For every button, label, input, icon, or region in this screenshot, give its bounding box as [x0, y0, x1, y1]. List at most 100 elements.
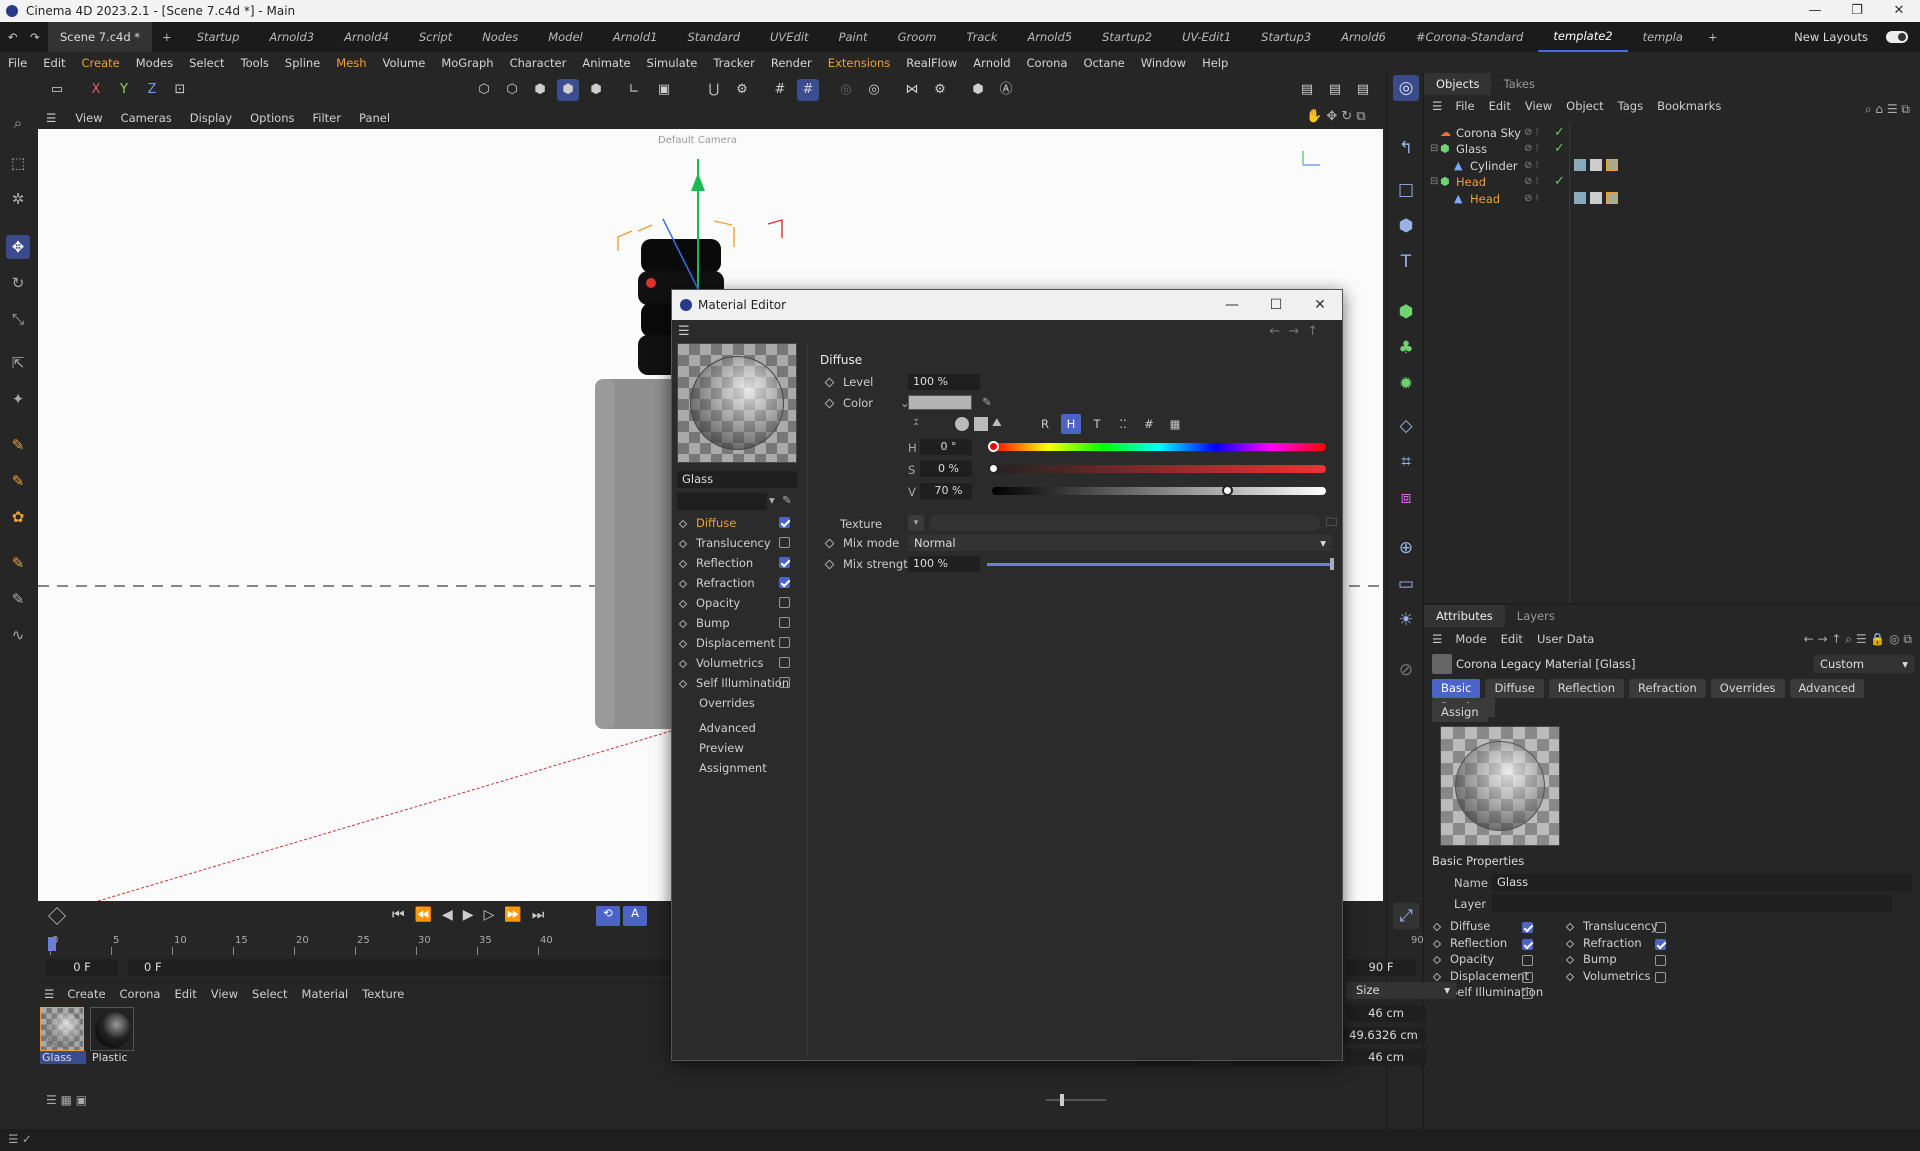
disabled-tool-icon[interactable]: ⊘ — [1393, 657, 1419, 683]
property-checkbox[interactable] — [1522, 922, 1533, 933]
menu-animate[interactable]: Animate — [574, 56, 638, 70]
timeline-graph-icon[interactable]: ⤢ — [1393, 903, 1419, 929]
attr-tab-reflection[interactable]: Reflection — [1548, 679, 1625, 698]
color-image-icon[interactable]: ⛰ — [992, 415, 1002, 430]
tag-icon[interactable] — [1590, 192, 1602, 204]
material-menu-material[interactable]: Material — [295, 987, 356, 1001]
channel-displacement[interactable]: Displacement — [678, 634, 790, 652]
object-tags[interactable] — [1574, 159, 1618, 171]
mix-mode-dropdown[interactable]: Normal ▾ — [908, 535, 1332, 551]
layout-tab-nodes[interactable]: Nodes — [467, 30, 533, 44]
name-field[interactable]: Glass — [1492, 874, 1912, 891]
tag-icon[interactable] — [1606, 159, 1618, 171]
material-thumbnail-plastic[interactable]: Plastic — [90, 1007, 136, 1064]
preset-dropdown[interactable]: Custom ▾ — [1814, 655, 1914, 673]
animate-diamond-icon[interactable] — [1565, 972, 1575, 981]
layer-field[interactable] — [1492, 895, 1892, 912]
search-icon[interactable]: ⌕ — [6, 111, 30, 135]
attributes-nav-icons[interactable]: ← → ↑ ⌕ ☰ 🔒 ◎ ⧉ — [1804, 632, 1912, 647]
animate-diamond-icon[interactable] — [1565, 922, 1575, 932]
objects-toolbar-icons[interactable]: ⌕ ⌂ ☰ ⧉ — [1865, 102, 1910, 117]
channel-checkbox[interactable] — [779, 677, 790, 688]
level-field[interactable]: 100 % — [908, 374, 980, 390]
volume-icon[interactable]: ⧈ — [1393, 485, 1419, 511]
tab-objects[interactable]: Objects — [1424, 73, 1492, 95]
layout-tab-scene-7-c4d[interactable]: Scene 7.c4d * — [48, 22, 153, 52]
dialog-minimize-button[interactable]: — — [1210, 290, 1254, 320]
layout-tab-paint[interactable]: Paint — [824, 30, 883, 44]
property-checkbox[interactable] — [1655, 922, 1666, 933]
object-tags[interactable] — [1574, 192, 1618, 204]
channel-checkbox[interactable] — [779, 577, 790, 588]
menu-edit[interactable]: Edit — [35, 56, 73, 70]
playhead[interactable] — [48, 937, 56, 951]
polygons-mode-icon[interactable]: ⬢ — [529, 79, 551, 101]
property-checkbox[interactable] — [1522, 938, 1533, 950]
channel-checkbox[interactable] — [779, 557, 790, 568]
attributes-menu-edit[interactable]: Edit — [1494, 632, 1530, 646]
menu-spline[interactable]: Spline — [277, 56, 328, 70]
close-window-button[interactable]: ✕ — [1878, 0, 1920, 22]
menu-tracker[interactable]: Tracker — [705, 56, 763, 70]
attr-tab-basic[interactable]: Basic — [1432, 679, 1481, 698]
color-mode-button[interactable]: ▦ — [1165, 414, 1185, 434]
live-selection-icon[interactable]: ⬚ — [6, 151, 30, 175]
menu-character[interactable]: Character — [502, 56, 575, 70]
animate-diamond-icon[interactable] — [1432, 955, 1442, 965]
uv-mode-icon[interactable]: ⬢ — [585, 79, 607, 101]
property-checkbox[interactable] — [1655, 955, 1666, 966]
cube-primitive-icon[interactable]: ⬢ — [1393, 213, 1419, 239]
menu-window[interactable]: Window — [1133, 56, 1194, 70]
texture-slot[interactable] — [930, 515, 1320, 531]
saturation-slider[interactable] — [992, 465, 1326, 473]
channel-reflection[interactable]: Reflection — [678, 554, 790, 572]
mix-strength-slider[interactable] — [987, 563, 1332, 566]
pen-tool-icon[interactable]: ✎ — [6, 433, 30, 457]
assign-button[interactable]: Assign — [1432, 703, 1488, 722]
render-region-icon[interactable]: ▤ — [1296, 79, 1318, 101]
snap-settings-icon[interactable]: ⚙ — [731, 79, 753, 101]
channel-checkbox[interactable] — [779, 617, 790, 628]
y-axis-button[interactable]: Y — [113, 79, 135, 101]
attributes-menu-user-data[interactable]: User Data — [1530, 632, 1601, 646]
tag-icon[interactable] — [1590, 159, 1602, 171]
menu-extensions[interactable]: Extensions — [820, 56, 898, 70]
menu-realflow[interactable]: RealFlow — [898, 56, 965, 70]
viewport-nav-icons[interactable]: ✋ ✥ ↻ ⧉ — [1306, 109, 1366, 124]
channel-translucency[interactable]: Translucency — [678, 534, 790, 552]
dialog-close-button[interactable]: ✕ — [1298, 290, 1342, 320]
light-icon[interactable]: ☀ — [1393, 607, 1419, 633]
workplane-icon[interactable]: # — [797, 79, 819, 101]
tab-takes[interactable]: Takes — [1491, 77, 1547, 91]
layout-tab-arnold1[interactable]: Arnold1 — [598, 30, 673, 44]
animate-diamond-icon[interactable] — [1432, 939, 1442, 948]
color-swatch[interactable] — [908, 395, 972, 410]
property-checkbox[interactable] — [1655, 971, 1666, 983]
extra-overrides[interactable]: Overrides — [699, 696, 755, 710]
layout-tab-template2[interactable]: template2 — [1538, 22, 1628, 52]
brush-tool-icon[interactable]: ✿ — [6, 505, 30, 529]
material-layer-picker-icon[interactable]: ✎ — [782, 493, 792, 507]
material-menu-view[interactable]: View — [204, 987, 245, 1001]
objects-menu-edit[interactable]: Edit — [1482, 99, 1518, 113]
layout-tab-arnold3[interactable]: Arnold3 — [254, 30, 329, 44]
view-layout-icon[interactable]: ◎ — [1393, 75, 1419, 101]
render-picture-viewer-icon[interactable]: ▤ — [1324, 79, 1346, 101]
animate-diamond-icon[interactable] — [1565, 955, 1575, 965]
layout-tab-script[interactable]: Script — [404, 30, 467, 44]
mix-strength-field[interactable]: 100 % — [908, 556, 980, 572]
value-knob[interactable] — [1221, 485, 1233, 496]
menu-tools[interactable]: Tools — [233, 56, 277, 70]
material-menu-corona[interactable]: Corona — [113, 987, 168, 1001]
property-checkbox[interactable] — [1522, 955, 1533, 966]
channel-checkbox[interactable] — [779, 537, 790, 548]
size-x-field[interactable]: 46 cm — [1346, 1005, 1426, 1022]
minimize-button[interactable]: — — [1794, 0, 1836, 22]
menu-corona[interactable]: Corona — [1019, 56, 1076, 70]
effector-icon[interactable]: ✹ — [1393, 371, 1419, 397]
add-tab-button[interactable]: + — [152, 30, 182, 44]
dialog-hamburger-icon[interactable]: ☰ — [678, 324, 690, 339]
sketch-tool-icon[interactable]: ✎ — [6, 469, 30, 493]
hue-knob[interactable] — [988, 441, 999, 452]
channel-refraction[interactable]: Refraction — [678, 574, 790, 592]
